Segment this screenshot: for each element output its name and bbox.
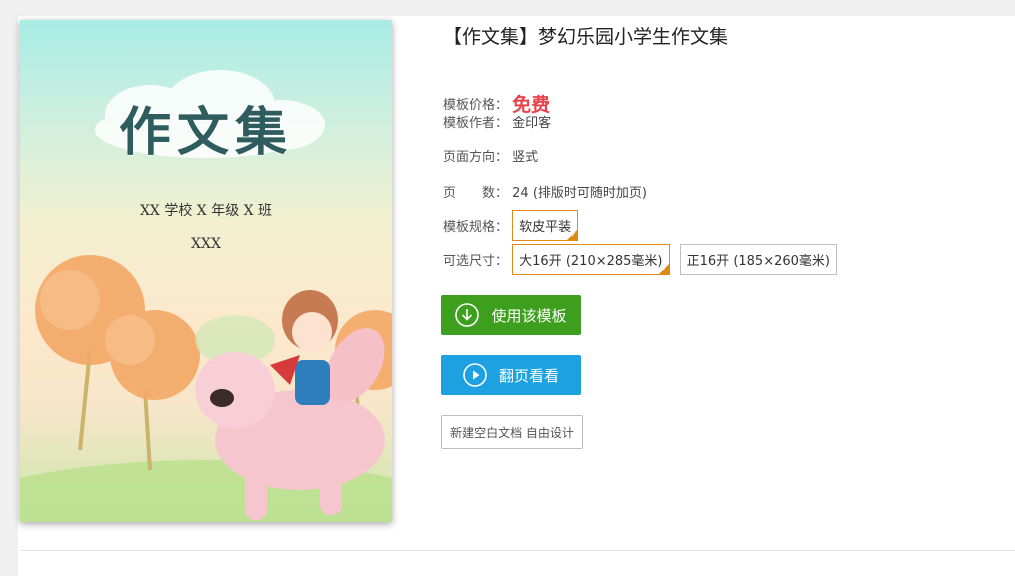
flip-preview-button[interactable]: 翻页看看 — [441, 355, 581, 395]
spec-label: 模板规格： — [443, 220, 509, 235]
bottom-divider — [20, 550, 1015, 551]
use-template-button[interactable]: 使用该模板 — [441, 295, 581, 335]
author-label: 模板作者： — [443, 116, 509, 131]
selected-check-icon: ✓ — [566, 229, 579, 241]
download-icon — [455, 303, 480, 327]
size-option-large16[interactable]: 大16开 (210×285毫米) ✓ — [512, 244, 670, 275]
new-blank-label: 新建空白文档 自由设计 — [450, 425, 574, 440]
spec-option-softcover[interactable]: 软皮平装 ✓ — [512, 210, 579, 241]
size-option-standard16[interactable]: 正16开 (185×260毫米) — [679, 244, 837, 275]
product-title: 【作文集】梦幻乐园小学生作文集 — [443, 26, 729, 48]
author-row: 模板作者： 金印客 — [443, 112, 551, 131]
cover-school-line: XX 学校 X 年级 X 班 — [139, 203, 273, 219]
cover-title: 作文集 — [118, 102, 293, 163]
pages-row: 页 数： 24 (排版时可随时加页) — [443, 182, 647, 201]
flip-preview-label: 翻页看看 — [498, 366, 559, 385]
author-value: 金印客 — [512, 116, 552, 131]
spec-option-label: 软皮平装 — [519, 220, 572, 235]
selected-check-icon: ✓ — [657, 263, 670, 275]
play-icon — [463, 363, 487, 387]
new-blank-document-button[interactable]: 新建空白文档 自由设计 — [441, 415, 583, 449]
orientation-label: 页面方向： — [443, 150, 509, 165]
use-template-label: 使用该模板 — [491, 306, 567, 325]
orientation-row: 页面方向： 竖式 — [443, 146, 538, 165]
orientation-value: 竖式 — [512, 150, 539, 165]
cover-preview-image[interactable]: 作文集 XX 学校 X 年级 X 班 XXX — [20, 20, 392, 522]
size-option-label: 大16开 (210×285毫米) — [519, 254, 663, 269]
size-label: 可选尺寸： — [443, 254, 509, 269]
size-option-label: 正16开 (185×260毫米) — [686, 254, 830, 269]
cover-name-line: XXX — [191, 236, 221, 252]
price-label: 模板价格： — [443, 98, 509, 113]
pages-label: 页 数： — [443, 186, 509, 201]
size-row: 可选尺寸： 大16开 (210×285毫米) ✓ 正16开 (185×260毫米… — [443, 244, 843, 275]
pages-value: 24 (排版时可随时加页) — [512, 186, 647, 201]
spec-row: 模板规格： 软皮平装 ✓ — [443, 210, 584, 241]
